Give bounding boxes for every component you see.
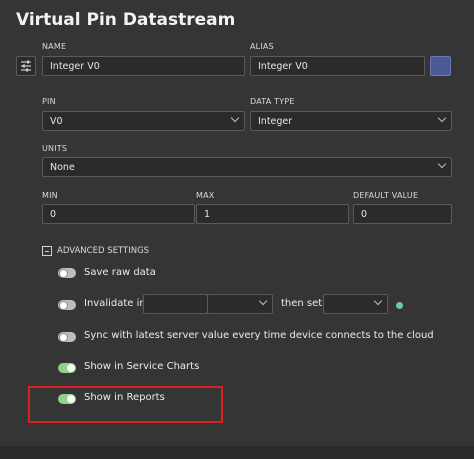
units-select-value: None: [50, 162, 75, 173]
min-label: MIN: [42, 191, 58, 200]
save-raw-data-label: Save raw data: [84, 267, 156, 278]
sync-toggle[interactable]: [58, 332, 76, 342]
data-type-label: DATA TYPE: [250, 97, 295, 106]
page-title: Virtual Pin Datastream: [16, 10, 236, 30]
max-input[interactable]: 1: [196, 204, 349, 224]
name-label: NAME: [42, 42, 67, 51]
toggle-knob: [59, 268, 68, 278]
data-type-select-value: Integer: [258, 116, 293, 127]
min-input[interactable]: 0: [42, 204, 195, 224]
chevron-down-icon: [258, 296, 268, 306]
max-label: MAX: [196, 191, 215, 200]
units-label: UNITS: [42, 144, 68, 153]
settings-sliders-button[interactable]: [16, 56, 36, 76]
default-value-label: DEFAULT VALUE: [353, 191, 419, 200]
alias-label: ALIAS: [250, 42, 274, 51]
service-charts-toggle[interactable]: [58, 363, 76, 373]
toggle-knob: [67, 364, 75, 372]
chevron-down-icon: [230, 113, 240, 123]
advanced-settings-collapse-toggle[interactable]: [42, 246, 52, 256]
toggle-knob: [59, 332, 68, 342]
invalidate-duration-input[interactable]: [143, 294, 208, 314]
bottom-strip: [0, 446, 474, 459]
service-charts-label: Show in Service Charts: [84, 361, 200, 372]
name-input[interactable]: Integer V0: [42, 56, 245, 76]
alias-input[interactable]: Integer V0: [250, 56, 425, 76]
invalidate-toggle[interactable]: [58, 300, 76, 310]
default-value-input[interactable]: 0: [353, 204, 452, 224]
advanced-settings-label: ADVANCED SETTINGS: [57, 246, 150, 256]
save-raw-data-toggle[interactable]: [58, 268, 76, 278]
data-type-select[interactable]: Integer: [250, 111, 452, 131]
then-set-label: then set: [281, 298, 323, 309]
color-picker-button[interactable]: [430, 56, 451, 76]
units-select[interactable]: None: [42, 157, 452, 177]
toggle-knob: [59, 300, 68, 310]
datastream-panel: Virtual Pin Datastream NAME ALIAS Intege…: [0, 0, 474, 446]
sync-label: Sync with latest server value every time…: [84, 330, 434, 341]
pin-select-value: V0: [50, 116, 63, 127]
chevron-down-icon: [437, 159, 447, 169]
chevron-down-icon: [373, 296, 383, 306]
reports-highlight-box: [28, 386, 223, 423]
then-set-select[interactable]: [323, 294, 388, 314]
chevron-down-icon: [437, 113, 447, 123]
pin-select[interactable]: V0: [42, 111, 245, 131]
invalidate-unit-select[interactable]: [207, 294, 273, 314]
info-icon[interactable]: [396, 302, 403, 309]
pin-label: PIN: [42, 97, 56, 106]
sliders-icon: [21, 60, 31, 72]
invalidate-label: Invalidate in: [84, 298, 146, 309]
